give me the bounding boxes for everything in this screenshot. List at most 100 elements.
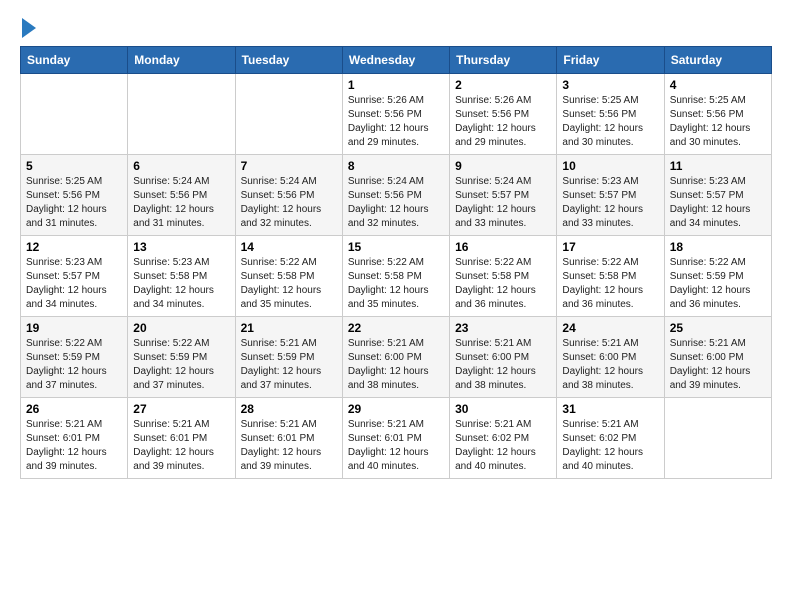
day-number: 16 — [455, 240, 551, 254]
day-info: Sunrise: 5:21 AM Sunset: 6:02 PM Dayligh… — [455, 418, 551, 474]
calendar-week-1: 1Sunrise: 5:26 AM Sunset: 5:56 PM Daylig… — [21, 74, 772, 155]
day-info: Sunrise: 5:24 AM Sunset: 5:56 PM Dayligh… — [241, 175, 337, 231]
day-info: Sunrise: 5:21 AM Sunset: 6:01 PM Dayligh… — [26, 418, 122, 474]
day-number: 19 — [26, 321, 122, 335]
calendar-cell: 27 Sunrise: 5:21 AM Sunset: 6:01 PM Dayli… — [128, 398, 235, 479]
logo — [20, 16, 36, 38]
day-info: Sunrise: 5:24 AM Sunset: 5:56 PM Dayligh… — [348, 175, 444, 231]
day-info: Sunrise: 5:22 AM Sunset: 5:58 PM Dayligh… — [562, 256, 658, 312]
calendar-week-2: 5Sunrise: 5:25 AM Sunset: 5:56 PM Daylig… — [21, 155, 772, 236]
day-number: 12 — [26, 240, 122, 254]
calendar-cell: 16 Sunrise: 5:22 AM Sunset: 5:58 PM Dayli… — [450, 236, 557, 317]
calendar-cell — [664, 398, 771, 479]
day-info: Sunrise: 5:22 AM Sunset: 5:59 PM Dayligh… — [26, 337, 122, 393]
calendar-week-5: 26 Sunrise: 5:21 AM Sunset: 6:01 PM Dayli… — [21, 398, 772, 479]
calendar-cell: 13Sunrise: 5:23 AM Sunset: 5:58 PM Dayli… — [128, 236, 235, 317]
weekday-header-sunday: Sunday — [21, 47, 128, 74]
day-info: Sunrise: 5:21 AM Sunset: 6:00 PM Dayligh… — [455, 337, 551, 393]
day-number: 27 — [133, 402, 229, 416]
weekday-header-friday: Friday — [557, 47, 664, 74]
day-info: Sunrise: 5:26 AM Sunset: 5:56 PM Dayligh… — [348, 94, 444, 150]
calendar-cell: 19 Sunrise: 5:22 AM Sunset: 5:59 PM Dayli… — [21, 317, 128, 398]
calendar-cell — [128, 74, 235, 155]
calendar-cell: 5Sunrise: 5:25 AM Sunset: 5:56 PM Daylig… — [21, 155, 128, 236]
day-number: 26 — [26, 402, 122, 416]
page-header — [20, 16, 772, 38]
calendar-cell: 4 Sunrise: 5:25 AM Sunset: 5:56 PM Daylig… — [664, 74, 771, 155]
calendar-cell: 11 Sunrise: 5:23 AM Sunset: 5:57 PM Dayli… — [664, 155, 771, 236]
day-info: Sunrise: 5:22 AM Sunset: 5:59 PM Dayligh… — [133, 337, 229, 393]
day-number: 25 — [670, 321, 766, 335]
day-info: Sunrise: 5:24 AM Sunset: 5:56 PM Dayligh… — [133, 175, 229, 231]
day-info: Sunrise: 5:23 AM Sunset: 5:57 PM Dayligh… — [562, 175, 658, 231]
calendar-cell: 9 Sunrise: 5:24 AM Sunset: 5:57 PM Daylig… — [450, 155, 557, 236]
day-number: 14 — [241, 240, 337, 254]
calendar-cell: 10 Sunrise: 5:23 AM Sunset: 5:57 PM Dayli… — [557, 155, 664, 236]
day-number: 21 — [241, 321, 337, 335]
calendar-cell — [235, 74, 342, 155]
calendar-cell: 17 Sunrise: 5:22 AM Sunset: 5:58 PM Dayli… — [557, 236, 664, 317]
day-info: Sunrise: 5:21 AM Sunset: 5:59 PM Dayligh… — [241, 337, 337, 393]
calendar-cell: 23 Sunrise: 5:21 AM Sunset: 6:00 PM Dayli… — [450, 317, 557, 398]
calendar-cell: 14 Sunrise: 5:22 AM Sunset: 5:58 PM Dayli… — [235, 236, 342, 317]
calendar-cell: 30 Sunrise: 5:21 AM Sunset: 6:02 PM Dayli… — [450, 398, 557, 479]
calendar-cell: 29 Sunrise: 5:21 AM Sunset: 6:01 PM Dayli… — [342, 398, 449, 479]
calendar-cell: 15 Sunrise: 5:22 AM Sunset: 5:58 PM Dayli… — [342, 236, 449, 317]
day-info: Sunrise: 5:26 AM Sunset: 5:56 PM Dayligh… — [455, 94, 551, 150]
day-number: 6 — [133, 159, 229, 173]
day-number: 17 — [562, 240, 658, 254]
logo-arrow-icon — [22, 18, 36, 38]
day-number: 18 — [670, 240, 766, 254]
day-info: Sunrise: 5:22 AM Sunset: 5:58 PM Dayligh… — [348, 256, 444, 312]
day-number: 23 — [455, 321, 551, 335]
day-number: 2 — [455, 78, 551, 92]
calendar-cell: 18Sunrise: 5:22 AM Sunset: 5:59 PM Dayli… — [664, 236, 771, 317]
day-number: 8 — [348, 159, 444, 173]
day-number: 22 — [348, 321, 444, 335]
day-info: Sunrise: 5:24 AM Sunset: 5:57 PM Dayligh… — [455, 175, 551, 231]
calendar-header-row: SundayMondayTuesdayWednesdayThursdayFrid… — [21, 47, 772, 74]
day-number: 7 — [241, 159, 337, 173]
day-info: Sunrise: 5:23 AM Sunset: 5:57 PM Dayligh… — [670, 175, 766, 231]
day-info: Sunrise: 5:23 AM Sunset: 5:58 PM Dayligh… — [133, 256, 229, 312]
weekday-header-saturday: Saturday — [664, 47, 771, 74]
day-number: 31 — [562, 402, 658, 416]
day-info: Sunrise: 5:22 AM Sunset: 5:58 PM Dayligh… — [241, 256, 337, 312]
day-number: 15 — [348, 240, 444, 254]
day-info: Sunrise: 5:25 AM Sunset: 5:56 PM Dayligh… — [562, 94, 658, 150]
weekday-header-wednesday: Wednesday — [342, 47, 449, 74]
day-info: Sunrise: 5:21 AM Sunset: 6:01 PM Dayligh… — [133, 418, 229, 474]
day-info: Sunrise: 5:21 AM Sunset: 6:02 PM Dayligh… — [562, 418, 658, 474]
day-number: 10 — [562, 159, 658, 173]
day-number: 28 — [241, 402, 337, 416]
day-info: Sunrise: 5:25 AM Sunset: 5:56 PM Dayligh… — [26, 175, 122, 231]
calendar-cell: 24Sunrise: 5:21 AM Sunset: 6:00 PM Dayli… — [557, 317, 664, 398]
calendar-cell: 31 Sunrise: 5:21 AM Sunset: 6:02 PM Dayli… — [557, 398, 664, 479]
day-number: 4 — [670, 78, 766, 92]
day-number: 9 — [455, 159, 551, 173]
calendar-cell: 21 Sunrise: 5:21 AM Sunset: 5:59 PM Dayli… — [235, 317, 342, 398]
day-info: Sunrise: 5:22 AM Sunset: 5:58 PM Dayligh… — [455, 256, 551, 312]
day-info: Sunrise: 5:21 AM Sunset: 6:01 PM Dayligh… — [348, 418, 444, 474]
calendar-cell: 25 Sunrise: 5:21 AM Sunset: 6:00 PM Dayli… — [664, 317, 771, 398]
calendar-cell: 6 Sunrise: 5:24 AM Sunset: 5:56 PM Daylig… — [128, 155, 235, 236]
calendar-table: SundayMondayTuesdayWednesdayThursdayFrid… — [20, 46, 772, 479]
calendar-cell: 20Sunrise: 5:22 AM Sunset: 5:59 PM Dayli… — [128, 317, 235, 398]
day-number: 30 — [455, 402, 551, 416]
day-number: 11 — [670, 159, 766, 173]
calendar-cell: 1Sunrise: 5:26 AM Sunset: 5:56 PM Daylig… — [342, 74, 449, 155]
calendar-week-4: 19 Sunrise: 5:22 AM Sunset: 5:59 PM Dayli… — [21, 317, 772, 398]
day-info: Sunrise: 5:21 AM Sunset: 6:00 PM Dayligh… — [670, 337, 766, 393]
day-number: 3 — [562, 78, 658, 92]
calendar-cell: 2 Sunrise: 5:26 AM Sunset: 5:56 PM Daylig… — [450, 74, 557, 155]
day-info: Sunrise: 5:21 AM Sunset: 6:00 PM Dayligh… — [348, 337, 444, 393]
calendar-cell: 7 Sunrise: 5:24 AM Sunset: 5:56 PM Daylig… — [235, 155, 342, 236]
calendar-cell: 12 Sunrise: 5:23 AM Sunset: 5:57 PM Dayli… — [21, 236, 128, 317]
day-info: Sunrise: 5:23 AM Sunset: 5:57 PM Dayligh… — [26, 256, 122, 312]
weekday-header-monday: Monday — [128, 47, 235, 74]
calendar-cell — [21, 74, 128, 155]
day-number: 29 — [348, 402, 444, 416]
day-info: Sunrise: 5:25 AM Sunset: 5:56 PM Dayligh… — [670, 94, 766, 150]
calendar-cell: 3 Sunrise: 5:25 AM Sunset: 5:56 PM Daylig… — [557, 74, 664, 155]
calendar-week-3: 12 Sunrise: 5:23 AM Sunset: 5:57 PM Dayli… — [21, 236, 772, 317]
